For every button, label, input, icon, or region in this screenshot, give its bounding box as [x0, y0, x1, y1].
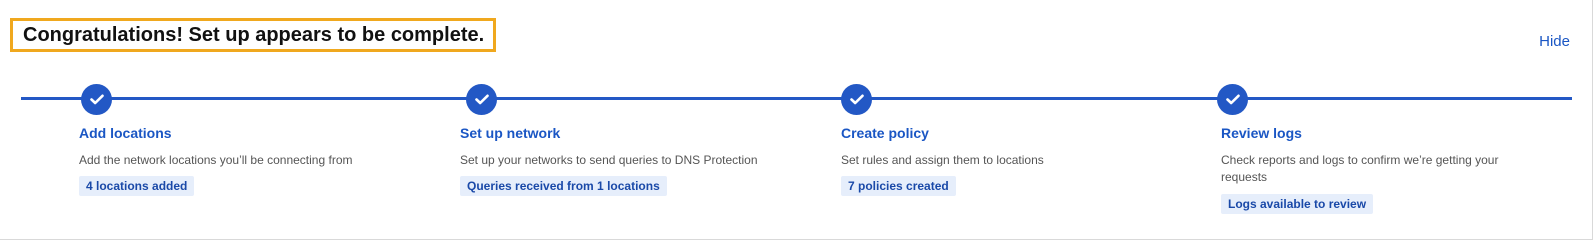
setup-complete-heading: Congratulations! Set up appears to be co…	[10, 18, 497, 52]
step-title[interactable]: Create policy	[841, 125, 929, 141]
setup-progress-panel: Congratulations! Set up appears to be co…	[0, 0, 1593, 240]
step-description: Check reports and logs to confirm we’re …	[1221, 153, 1499, 184]
step-title[interactable]: Review logs	[1221, 125, 1302, 141]
step-title[interactable]: Add locations	[79, 125, 172, 141]
checkmark-icon	[841, 84, 872, 115]
status-badge: 4 locations added	[79, 176, 195, 196]
checkmark-icon	[81, 84, 112, 115]
step-title[interactable]: Set up network	[460, 125, 560, 141]
checkmark-icon	[1217, 84, 1248, 115]
setup-complete-title: Congratulations! Set up appears to be co…	[23, 23, 485, 46]
status-badge: 7 policies created	[841, 176, 956, 196]
step-description: Add the network locations you’ll be conn…	[79, 153, 353, 167]
progress-track	[21, 97, 1572, 100]
status-badge: Queries received from 1 locations	[460, 176, 667, 196]
status-badge: Logs available to review	[1221, 194, 1374, 214]
step-description: Set up your networks to send queries to …	[460, 153, 758, 167]
checkmark-icon	[466, 84, 497, 115]
hide-link[interactable]: Hide	[1539, 33, 1570, 50]
step-description: Set rules and assign them to locations	[841, 153, 1044, 167]
